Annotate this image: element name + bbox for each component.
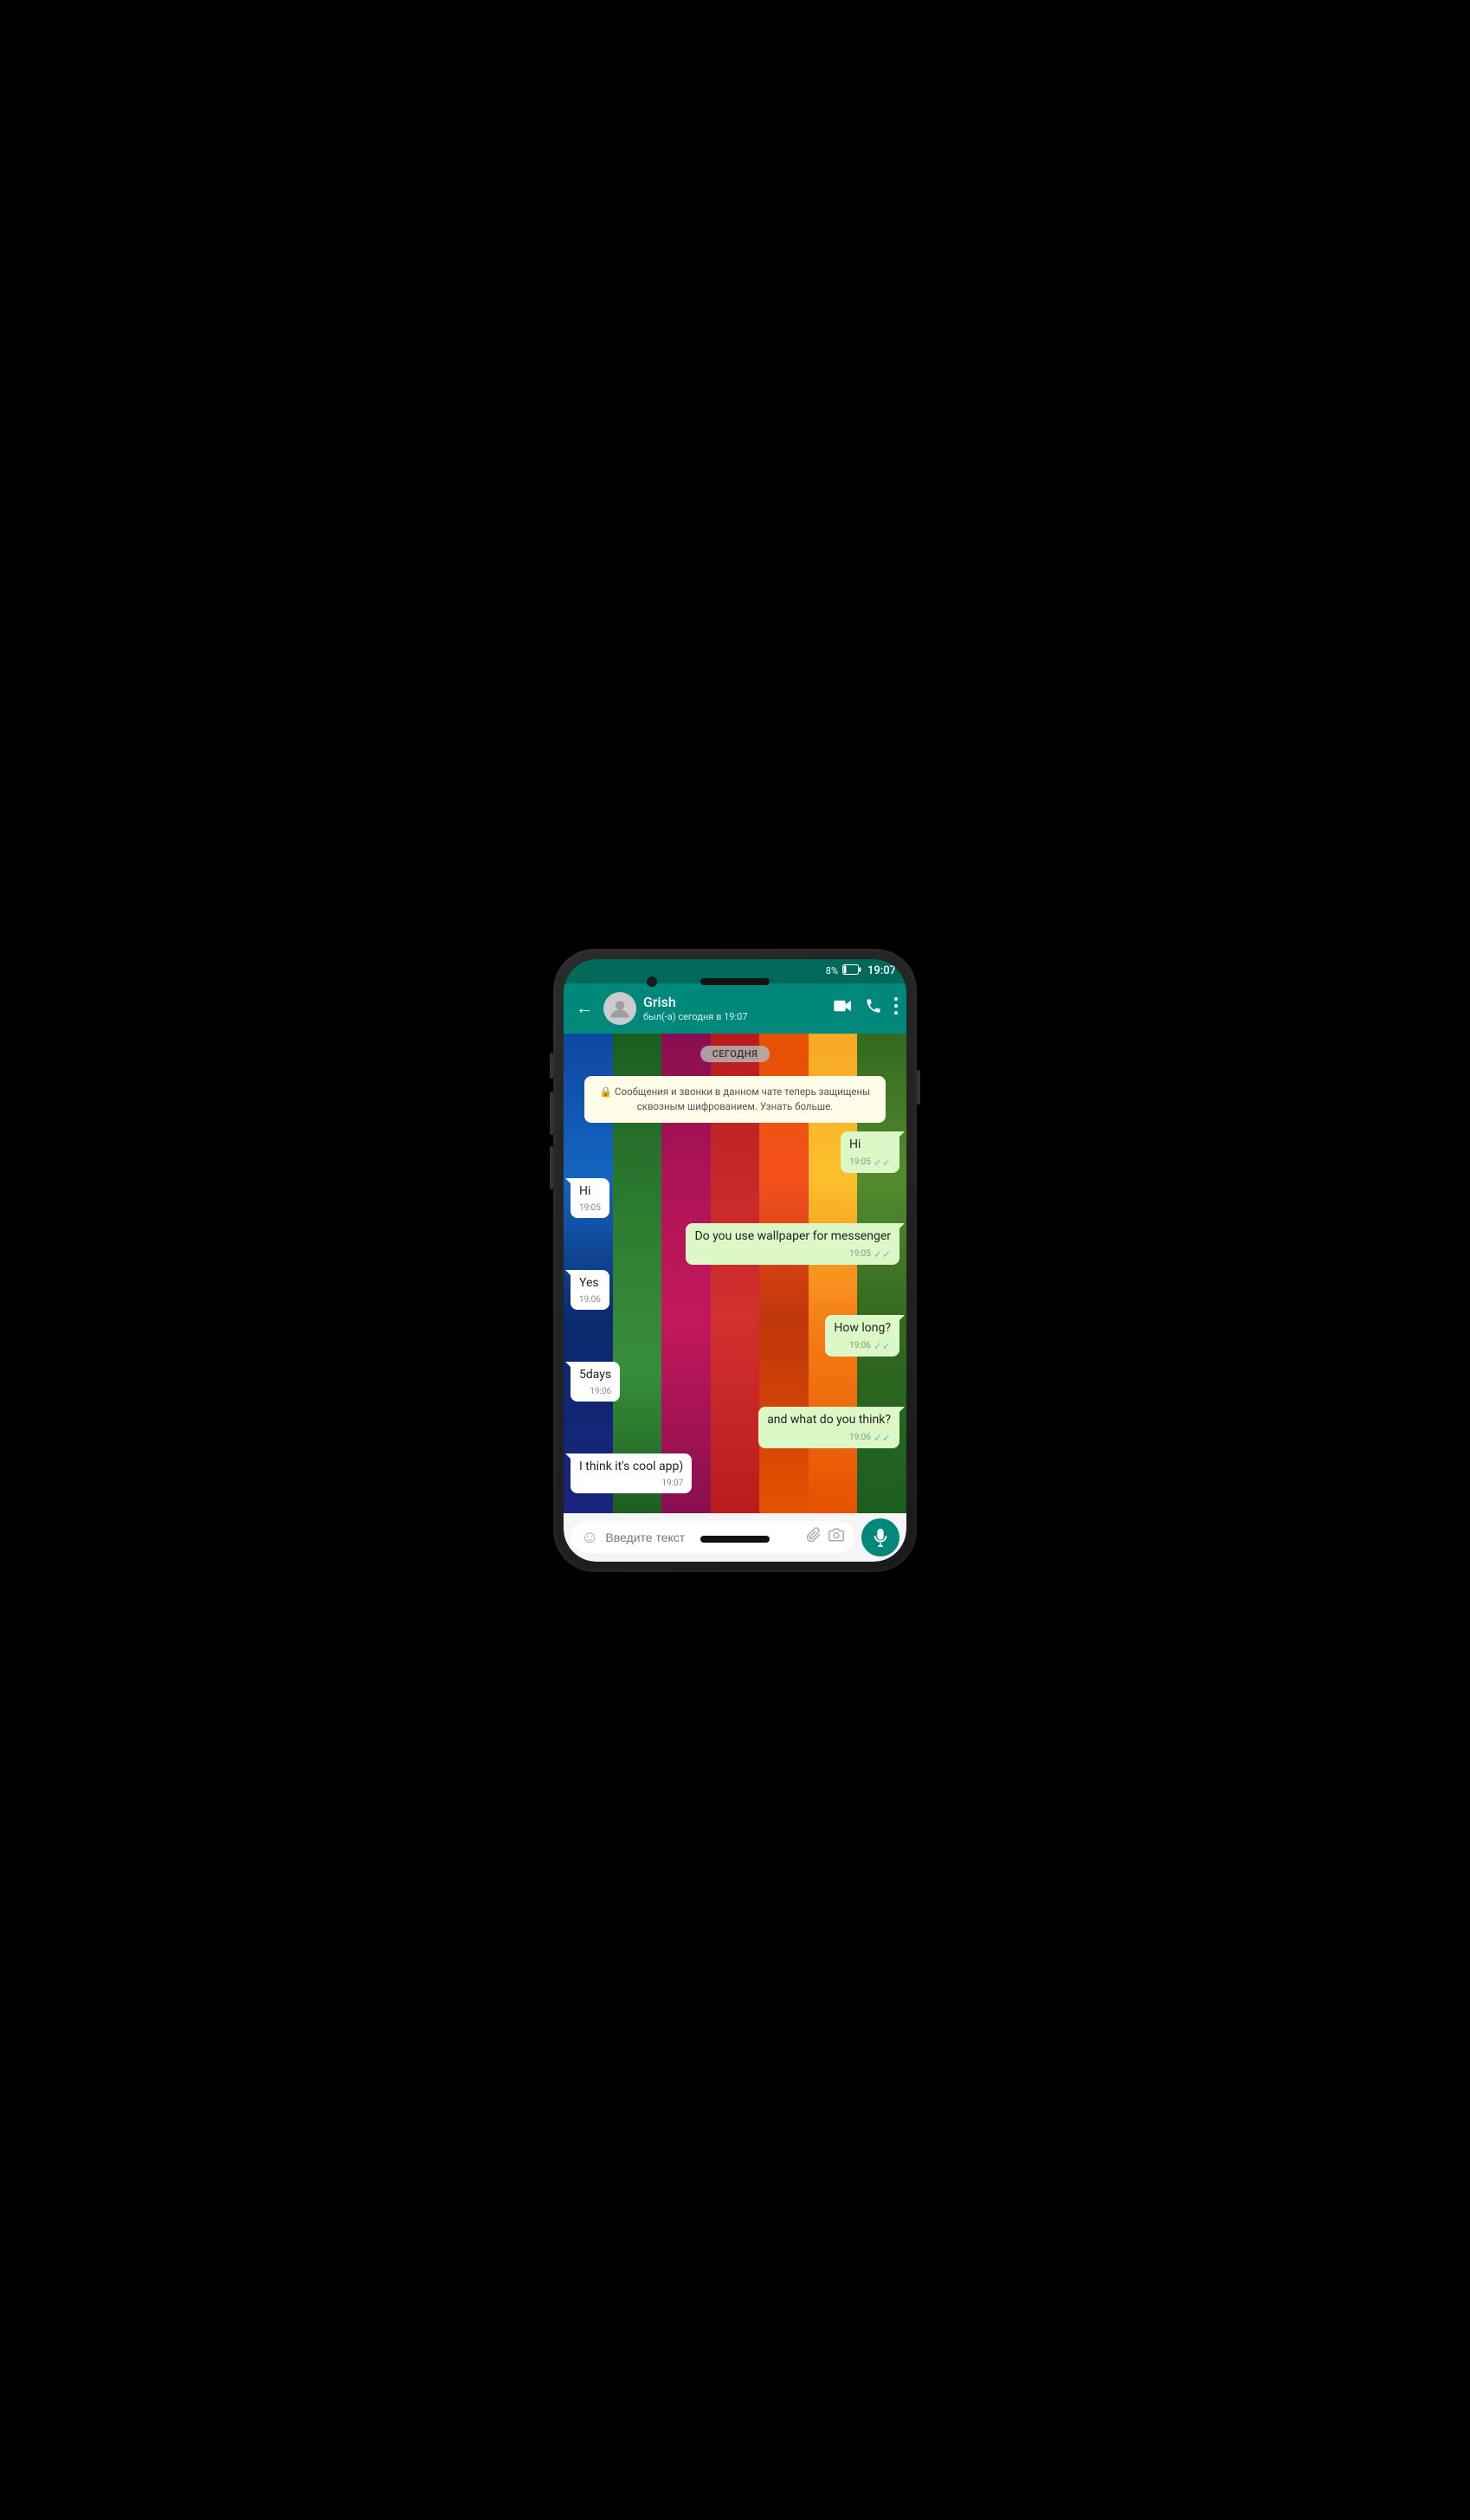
call-button[interactable] <box>865 997 882 1019</box>
outgoing-bubble: Hi 19:05 ✓✓ <box>841 1131 899 1173</box>
encryption-notice[interactable]: 🔒 Сообщения и звонки в данном чате тепер… <box>584 1076 886 1124</box>
bubble-meta: 19:05 ✓✓ <box>849 1156 891 1170</box>
messages-list: СЕГОДНЯ 🔒 Сообщения и звонки в данном ча… <box>564 1034 906 1513</box>
incoming-bubble: Yes 19:06 <box>571 1270 609 1310</box>
menu-button[interactable] <box>894 997 898 1019</box>
contact-status: был(-а) сегодня в 19:07 <box>643 1011 827 1022</box>
date-badge: СЕГОДНЯ <box>700 1046 770 1062</box>
message-row: Hi 19:05 <box>571 1178 899 1218</box>
message-text: 5days <box>579 1368 611 1382</box>
bubble-meta: 19:06 ✓✓ <box>767 1431 891 1446</box>
camera-button <box>550 1146 553 1189</box>
outgoing-bubble: Do you use wallpaper for messenger 19:05… <box>686 1223 899 1265</box>
read-receipt: ✓✓ <box>874 1156 891 1170</box>
chat-area: СЕГОДНЯ 🔒 Сообщения и звонки в данном ча… <box>564 1034 906 1513</box>
message-text: How long? <box>834 1321 891 1335</box>
message-row: I think it's cool app) 19:07 <box>571 1453 899 1493</box>
message-time: 19:05 <box>579 1202 601 1215</box>
message-time: 19:06 <box>849 1432 871 1444</box>
message-row: Do you use wallpaper for messenger 19:05… <box>571 1223 899 1265</box>
app-screen: 8% 19:07 ← <box>564 959 906 1562</box>
read-receipt: ✓✓ <box>874 1431 891 1446</box>
message-time: 19:06 <box>590 1386 611 1398</box>
message-row: 5days 19:06 <box>571 1362 899 1402</box>
message-time: 19:05 <box>849 1157 871 1169</box>
message-row: and what do you think? 19:06 ✓✓ <box>571 1407 899 1448</box>
camera-button[interactable] <box>828 1527 844 1547</box>
read-receipt: ✓✓ <box>874 1247 891 1262</box>
message-time: 19:07 <box>661 1478 683 1490</box>
contact-name: Grish <box>643 994 827 1010</box>
bubble-meta: 19:05 <box>579 1202 601 1215</box>
bubble-meta: 19:07 <box>579 1478 683 1490</box>
message-text: Hi <box>579 1184 590 1198</box>
battery-icon <box>842 964 861 977</box>
contact-info[interactable]: Grish был(-а) сегодня в 19:07 <box>643 994 827 1022</box>
message-time: 19:05 <box>849 1248 871 1260</box>
message-text: I think it's cool app) <box>579 1460 683 1473</box>
message-text: Yes <box>579 1276 599 1290</box>
bubble-meta: 19:06 ✓✓ <box>834 1339 891 1354</box>
bubble-meta: 19:06 <box>579 1386 611 1398</box>
message-text: Do you use wallpaper for messenger <box>694 1229 891 1243</box>
bubble-meta: 19:05 ✓✓ <box>694 1247 891 1262</box>
chat-toolbar: ← Grish был(-а) сегодня в 19:07 <box>564 983 906 1034</box>
message-row: How long? 19:06 ✓✓ <box>571 1315 899 1357</box>
message-time: 19:06 <box>579 1294 601 1306</box>
outgoing-bubble: and what do you think? 19:06 ✓✓ <box>758 1407 899 1448</box>
toolbar-actions <box>834 997 898 1019</box>
contact-avatar[interactable] <box>603 992 636 1025</box>
speaker-bottom <box>700 1536 770 1543</box>
message-text: and what do you think? <box>767 1413 891 1427</box>
incoming-bubble: I think it's cool app) 19:07 <box>571 1453 692 1493</box>
mic-button[interactable] <box>861 1518 899 1556</box>
speaker-top <box>700 978 770 985</box>
video-call-button[interactable] <box>834 999 853 1017</box>
date-divider: СЕГОДНЯ <box>571 1046 899 1062</box>
power-button <box>917 1070 920 1105</box>
volume-up-button <box>550 1053 553 1079</box>
attach-button[interactable] <box>806 1527 822 1547</box>
volume-down-button <box>550 1092 553 1135</box>
phone-screen: 8% 19:07 ← <box>564 959 906 1562</box>
outgoing-bubble: How long? 19:06 ✓✓ <box>825 1315 899 1357</box>
phone-device: 8% 19:07 ← <box>553 949 917 1572</box>
message-row: Yes 19:06 <box>571 1270 899 1310</box>
message-time: 19:06 <box>849 1340 871 1352</box>
message-text: Hi <box>849 1138 861 1151</box>
back-button[interactable]: ← <box>572 994 596 1022</box>
status-icons: 8% 19:07 <box>817 964 896 977</box>
incoming-bubble: Hi 19:05 <box>571 1178 609 1218</box>
bubble-meta: 19:06 <box>579 1294 601 1306</box>
read-receipt: ✓✓ <box>874 1339 891 1354</box>
message-row: Hi 19:05 ✓✓ <box>571 1131 899 1173</box>
emoji-button[interactable]: ☺ <box>581 1526 598 1548</box>
time-display: 19:07 <box>867 964 896 977</box>
incoming-bubble: 5days 19:06 <box>571 1362 620 1402</box>
front-camera <box>647 976 657 987</box>
battery-percentage: 8% <box>826 965 838 976</box>
